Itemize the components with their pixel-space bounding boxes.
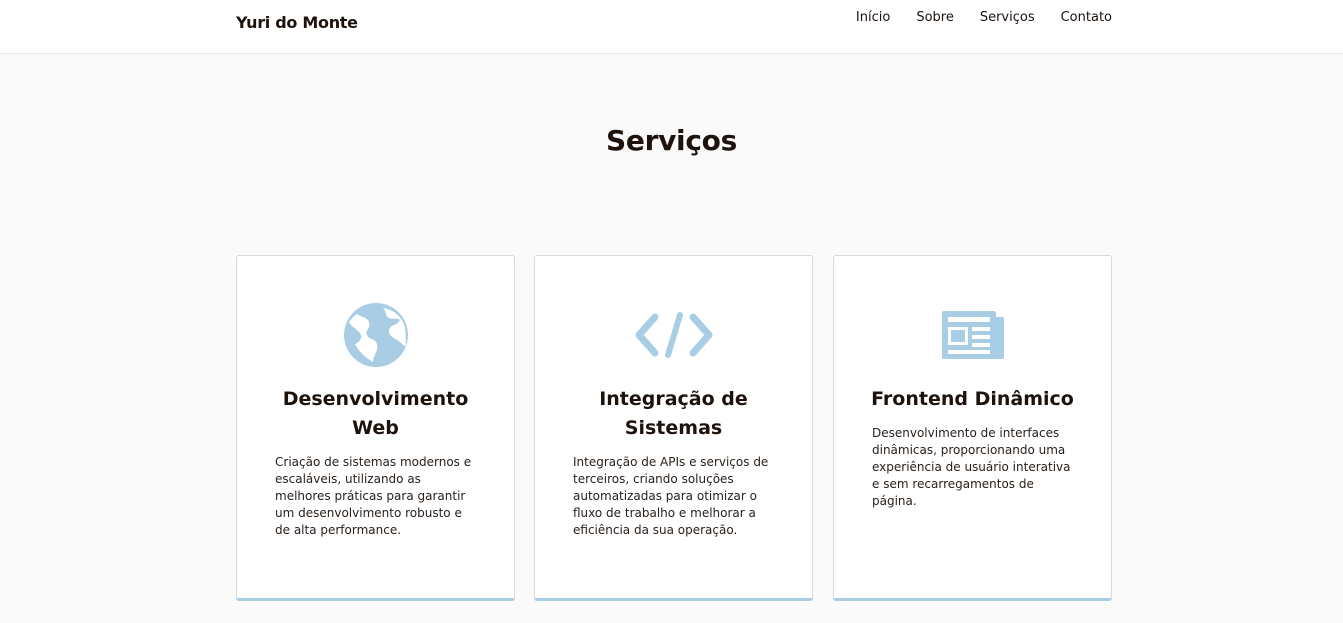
- code-icon: [535, 300, 812, 370]
- card-description: Criação de sistemas modernos e escalávei…: [275, 455, 472, 537]
- main-nav: Início Sobre Serviços Contato: [856, 10, 1112, 25]
- service-card-web: Desenvolvimento Web Criação de sistemas …: [236, 255, 515, 601]
- card-description: Desenvolvimento de interfaces dinâmicas,…: [872, 426, 1071, 508]
- card-description: Integração de APIs e serviços de terceir…: [573, 455, 769, 537]
- card-title: Frontend Dinâmico: [871, 388, 1074, 410]
- nav-link-sobre[interactable]: Sobre: [916, 10, 954, 25]
- nav-link-servicos[interactable]: Serviços: [980, 10, 1035, 25]
- services-title: Serviços: [606, 124, 737, 157]
- globe-icon: [237, 300, 514, 370]
- nav-link-contato[interactable]: Contato: [1061, 10, 1112, 25]
- nav-link-inicio[interactable]: Início: [856, 10, 890, 25]
- site-header: Yuri do Monte Início Sobre Serviços Cont…: [0, 0, 1343, 54]
- newspaper-icon: [834, 300, 1111, 370]
- service-card-frontend: Frontend Dinâmico Desenvolvimento de int…: [833, 255, 1112, 601]
- card-title: Integração de Sistemas: [599, 388, 748, 439]
- brand-logo[interactable]: Yuri do Monte: [236, 13, 358, 32]
- card-title: Desenvolvimento Web: [282, 388, 469, 439]
- service-card-integration: Integração de Sistemas Integração de API…: [534, 255, 813, 601]
